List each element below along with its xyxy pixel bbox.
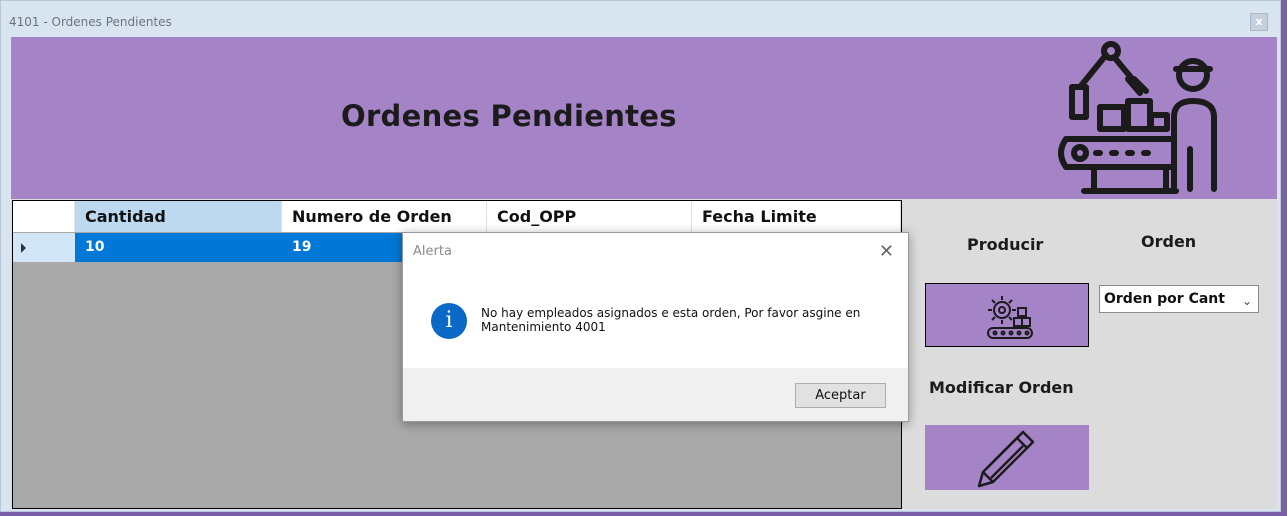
producir-label: Producir [967, 235, 1044, 254]
accept-button[interactable]: Aceptar [795, 383, 886, 408]
row-selector[interactable] [13, 233, 75, 262]
producir-button[interactable] [925, 283, 1089, 347]
orden-label: Orden [1141, 232, 1197, 251]
column-header-fecha-limite[interactable]: Fecha Limite [692, 201, 901, 232]
modificar-orden-label: Modificar Orden [929, 378, 1074, 397]
gear-boxes-conveyor-icon [987, 296, 1033, 339]
row-header-corner [13, 201, 75, 232]
orden-dropdown[interactable]: Orden por Cant ⌄ [1099, 285, 1259, 313]
alert-dialog: Alerta ✕ i No hay empleados asignados e … [402, 232, 909, 422]
window-title: 4101 - Ordenes Pendientes [9, 15, 172, 29]
dialog-close-icon[interactable]: ✕ [879, 241, 894, 262]
dialog-footer: Aceptar [403, 368, 908, 421]
grid-header-row: Cantidad Numero de Orden Cod_OPP Fecha L… [13, 201, 901, 232]
row-pointer-icon [21, 243, 26, 253]
title-bar: 4101 - Ordenes Pendientes x [1, 1, 1280, 37]
column-header-cantidad[interactable]: Cantidad [75, 201, 282, 232]
dialog-title: Alerta [413, 244, 452, 259]
chevron-down-icon: ⌄ [1241, 294, 1252, 308]
modificar-orden-button[interactable] [925, 425, 1089, 490]
window-close-button[interactable]: x [1250, 13, 1268, 31]
cell-cantidad[interactable]: 10 [75, 233, 282, 262]
factory-worker-conveyor-icon [1058, 41, 1217, 194]
page-title: Ordenes Pendientes [341, 99, 677, 133]
orden-dropdown-value: Orden por Cant [1104, 291, 1225, 307]
column-header-cod-opp[interactable]: Cod_OPP [487, 201, 692, 232]
pencil-icon [977, 430, 1035, 488]
info-icon: i [431, 303, 467, 339]
dialog-message: No hay empleados asignados e esta orden,… [481, 306, 861, 334]
app-window: 4101 - Ordenes Pendientes x Ordenes Pend… [0, 0, 1281, 512]
header-banner: Ordenes Pendientes [11, 37, 1277, 199]
column-header-numero-orden[interactable]: Numero de Orden [282, 201, 487, 232]
